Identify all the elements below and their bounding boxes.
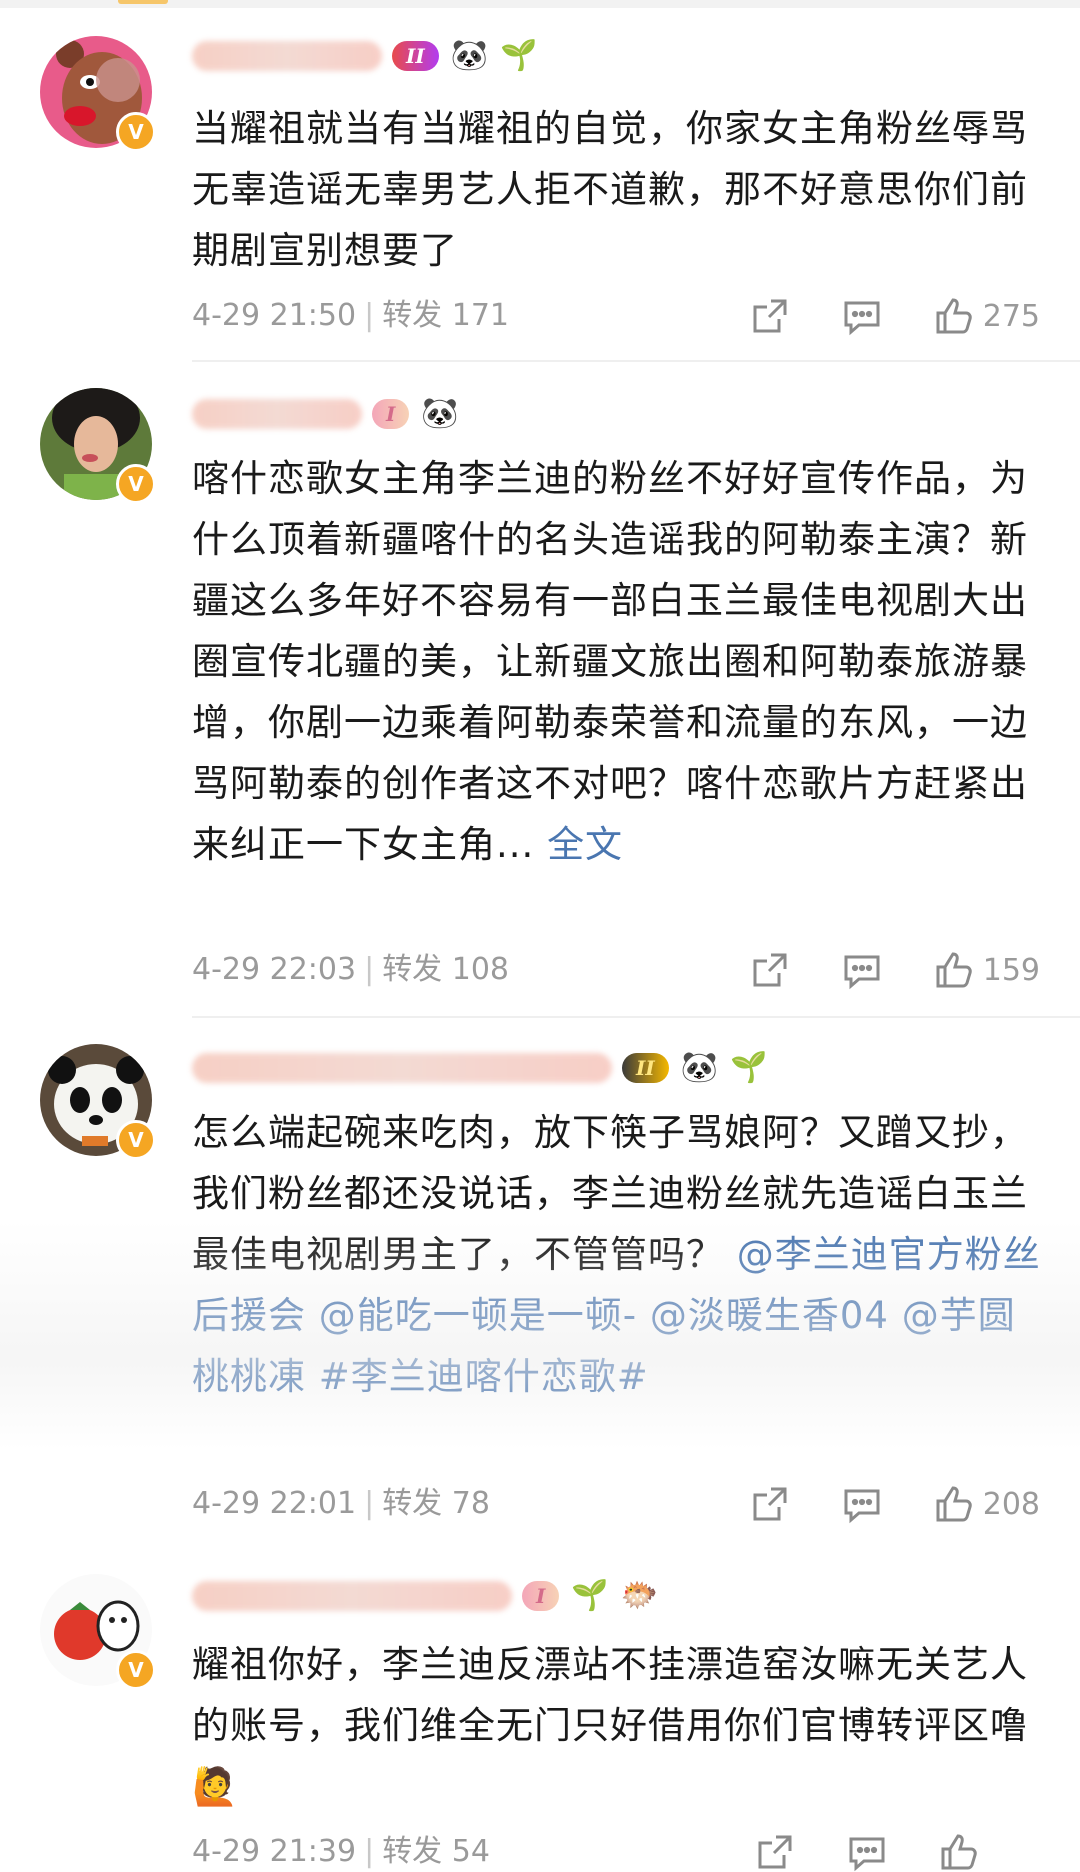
verified-badge: V [116, 112, 156, 152]
share-icon[interactable] [749, 295, 791, 337]
action-bar: 159 [699, 948, 1040, 992]
comment-body: 喀什恋歌女主角李兰迪的粉丝不好好宣传作品，为什么顶着新疆喀什的名头造谣我的阿勒泰… [192, 457, 1028, 866]
repost-count: 108 [451, 952, 509, 987]
action-bar [704, 1830, 980, 1872]
thumbs-up-icon[interactable] [938, 1831, 980, 1872]
username-blurred[interactable] [192, 1053, 612, 1083]
verified-badge: V [116, 464, 156, 504]
comment-meta: 4-29 22:03 | 转发 108 [192, 952, 509, 987]
comment-meta: 4-29 21:39 | 转发 54 [192, 1834, 490, 1869]
pufferfish-emoji: 🐡 [620, 1578, 659, 1613]
action-bar: 208 [699, 1482, 1040, 1526]
comment-meta: 4-29 22:01 | 转发 78 [192, 1486, 490, 1521]
fan-level-badge: II [392, 41, 439, 71]
fan-level-badge: I [522, 1581, 560, 1611]
panda-emoji: 🐼 [680, 1050, 719, 1085]
comment-icon[interactable] [846, 1831, 888, 1872]
fan-level-badge: II [622, 1053, 669, 1083]
comment-meta: 4-29 21:50 | 转发 171 [192, 298, 509, 333]
sprout-emoji: 🌱 [571, 1578, 609, 1613]
repost-label: 转发 [382, 298, 443, 333]
timestamp: 4-29 22:01 [192, 1486, 357, 1521]
username-row: I 🐼 [192, 392, 459, 436]
avatar[interactable]: V [40, 1574, 158, 1692]
repost-label: 转发 [382, 1834, 443, 1869]
verified-badge: V [116, 1120, 156, 1160]
comment-text: 喀什恋歌女主角李兰迪的粉丝不好好宣传作品，为什么顶着新疆喀什的名头造谣我的阿勒泰… [192, 448, 1050, 875]
verified-badge: V [116, 1650, 156, 1690]
avatar[interactable]: V [40, 36, 158, 154]
username-blurred[interactable] [192, 1581, 512, 1611]
username-blurred[interactable] [192, 41, 382, 71]
comment-body: 耀祖你好，李兰迪反漂站不挂漂造窑汝嘛无关艺人的账号，我们维全无门只好借用你们官博… [192, 1643, 1028, 1747]
timestamp: 4-29 22:03 [192, 952, 357, 987]
share-icon[interactable] [749, 949, 791, 991]
repost-count: 54 [451, 1834, 490, 1869]
username-blurred[interactable] [192, 399, 362, 429]
panda-emoji: 🐼 [450, 38, 489, 73]
thumbs-up-icon[interactable] [933, 295, 975, 337]
full-text-link[interactable]: 全文 [547, 823, 623, 866]
repost-label: 转发 [382, 1486, 443, 1521]
top-accent [118, 0, 168, 4]
divider [192, 1016, 1080, 1018]
share-icon[interactable] [754, 1831, 796, 1872]
repost-label: 转发 [382, 952, 443, 987]
action-bar: 275 [699, 294, 1040, 338]
divider [192, 360, 1080, 362]
username-row: I 🌱 🐡 [192, 1574, 658, 1618]
raising-hand-emoji: 🙋 [192, 1765, 240, 1808]
sprout-emoji: 🌱 [730, 1050, 768, 1085]
like-count: 275 [982, 298, 1040, 334]
username-row: II 🐼 🌱 [192, 34, 537, 78]
weibo-comment-feed: V II 🐼 🌱 当耀祖就当有当耀祖的自觉，你家女主角粉丝辱骂无辜造谣无辜男艺人… [0, 0, 1080, 1872]
comment-text: 当耀祖就当有当耀祖的自觉，你家女主角粉丝辱骂无辜造谣无辜男艺人拒不道歉，那不好意… [192, 107, 1028, 272]
repost-count: 78 [451, 1486, 490, 1521]
like-count: 208 [982, 1486, 1040, 1522]
repost-count: 171 [451, 298, 509, 333]
comment-text: 怎么端起碗来吃肉，放下筷子骂娘阿？又蹭又抄，我们粉丝都还没说话，李兰迪粉丝就先造… [192, 1102, 1050, 1407]
comment-icon[interactable] [841, 1483, 883, 1525]
comment-icon[interactable] [841, 295, 883, 337]
timestamp: 4-29 21:39 [192, 1834, 357, 1869]
thumbs-up-icon[interactable] [933, 949, 975, 991]
panda-emoji: 🐼 [421, 396, 459, 431]
comment-icon[interactable] [841, 949, 883, 991]
sprout-emoji: 🌱 [500, 38, 538, 73]
avatar[interactable]: V [40, 1044, 158, 1162]
timestamp: 4-29 21:50 [192, 298, 357, 333]
fan-level-badge: I [372, 399, 410, 429]
like-count: 159 [982, 952, 1040, 988]
top-edge [0, 0, 1080, 8]
thumbs-up-icon[interactable] [933, 1483, 975, 1525]
share-icon[interactable] [749, 1483, 791, 1525]
avatar[interactable]: V [40, 388, 158, 506]
comment-text: 耀祖你好，李兰迪反漂站不挂漂造窑汝嘛无关艺人的账号，我们维全无门只好借用你们官博… [192, 1634, 1050, 1817]
username-row: II 🐼 🌱 [192, 1046, 767, 1090]
